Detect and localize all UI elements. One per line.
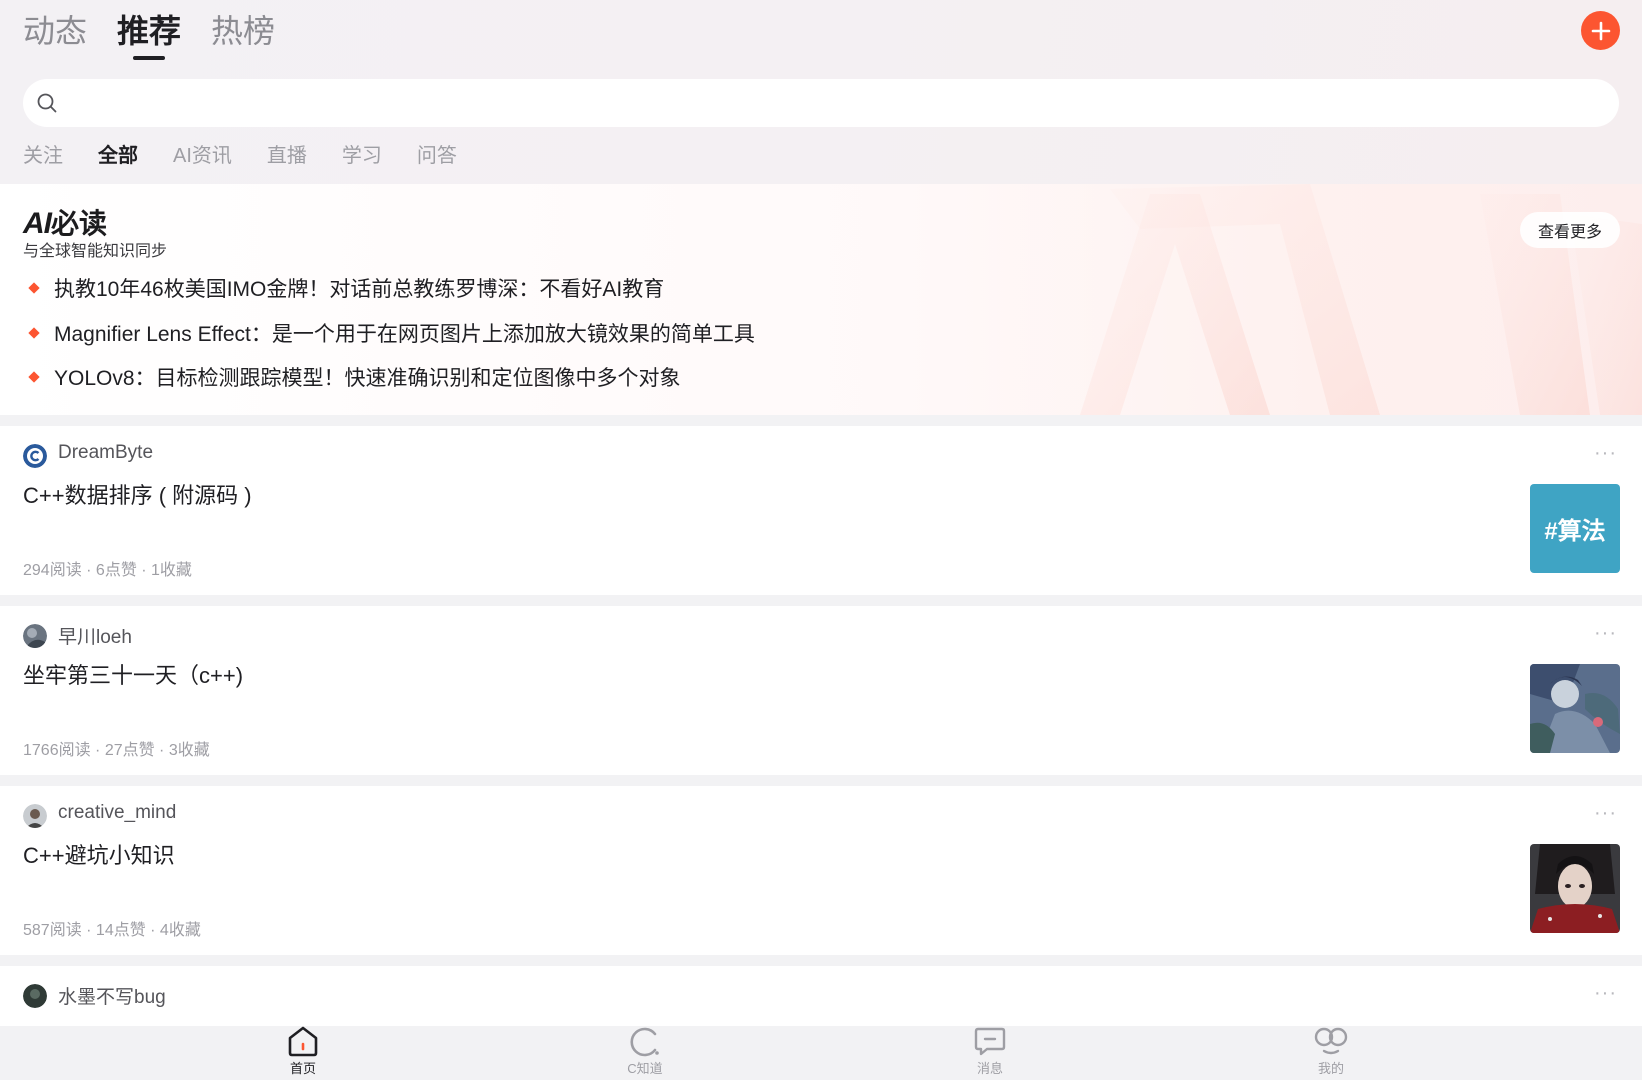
article-stats: 1766阅读 · 27点赞 · 3收藏 (23, 742, 210, 759)
tab-hot-list[interactable]: 热榜 (211, 8, 275, 56)
article-title[interactable]: C++避坑小知识 (23, 838, 175, 870)
nav-messages[interactable]: 消息 (955, 1025, 1025, 1077)
category-live[interactable]: 直播 (267, 141, 307, 171)
author-avatar[interactable] (23, 804, 47, 828)
category-tabs: 关注 全部 AI资讯 直播 学习 问答 (23, 141, 457, 171)
ai-news-item[interactable]: Magnifier Lens Effect：是一个用于在网页图片上添加放大镜效果… (26, 311, 755, 356)
author-name[interactable]: 早川loeh (58, 622, 132, 649)
nav-home-label: 首页 (289, 1061, 316, 1076)
top-header: 动态 推荐 热榜 关注 全部 AI资讯 直播 学习 问答 (0, 0, 1642, 184)
bullet-icon (28, 327, 40, 339)
tab-dynamic[interactable]: 动态 (23, 8, 87, 56)
ai-news-title: 执教10年46枚美国IMO金牌！对话前总教练罗博深：不看好AI教育 (54, 278, 665, 302)
search-input[interactable] (66, 83, 1619, 123)
author-name[interactable]: DreamByte (58, 442, 153, 464)
article-card[interactable]: creative_mind ··· C++避坑小知识 587阅读 · 14点赞 … (0, 786, 1642, 955)
portrait-thumbnail (1530, 844, 1620, 933)
article-card[interactable]: DreamByte ··· C++数据排序 ( 附源码 ) 294阅读 · 6点… (0, 426, 1642, 595)
category-follow[interactable]: 关注 (23, 141, 63, 171)
nav-profile[interactable]: 我的 (1296, 1025, 1366, 1077)
author-avatar[interactable] (23, 624, 47, 648)
home-icon (288, 1026, 318, 1057)
author-avatar[interactable] (23, 984, 47, 1008)
search-icon (37, 93, 57, 113)
ai-news-list: 执教10年46枚美国IMO金牌！对话前总教练罗博深：不看好AI教育 Magnif… (26, 266, 755, 400)
ai-subtitle: 与全球智能知识同步 (23, 243, 168, 260)
ai-must-read-section: AI 必读 与全球智能知识同步 查看更多 执教10年46枚美国IMO金牌！对话前… (0, 184, 1642, 415)
article-stats: 294阅读 · 6点赞 · 1收藏 (23, 562, 192, 579)
bottom-navigation: 首页 C知道 消息 我的 (0, 1015, 1642, 1080)
tab-recommend[interactable]: 推荐 (117, 8, 181, 60)
ai-logo-cn: 必读 (51, 208, 108, 239)
bullet-icon (28, 282, 40, 294)
more-options-icon[interactable]: ··· (1594, 982, 1617, 1005)
create-post-button[interactable] (1581, 11, 1620, 50)
nav-home[interactable]: 首页 (268, 1025, 338, 1077)
article-stats: 587阅读 · 14点赞 · 4收藏 (23, 922, 201, 939)
more-options-icon[interactable]: ··· (1594, 622, 1617, 645)
ai-news-title: YOLOv8：目标检测跟踪模型！快速准确识别和定位图像中多个对象 (54, 367, 681, 391)
category-qa[interactable]: 问答 (417, 141, 457, 171)
anime-illustration-thumbnail (1530, 664, 1620, 753)
article-thumbnail[interactable] (1530, 664, 1620, 753)
category-ai-news[interactable]: AI资讯 (173, 141, 232, 171)
article-card[interactable]: 早川loeh ··· 坐牢第三十一天（c++) 1766阅读 · 27点赞 · … (0, 606, 1642, 775)
author-name[interactable]: 水墨不写bug (58, 982, 166, 1009)
more-options-icon[interactable]: ··· (1594, 442, 1617, 465)
article-feed: DreamByte ··· C++数据排序 ( 附源码 ) 294阅读 · 6点… (0, 426, 1642, 1026)
user-avatar-icon (23, 624, 47, 648)
more-options-icon[interactable]: ··· (1594, 802, 1617, 825)
top-tabs: 动态 推荐 热榜 (23, 8, 275, 60)
category-study[interactable]: 学习 (342, 141, 382, 171)
nav-messages-label: 消息 (976, 1061, 1003, 1076)
author-name[interactable]: creative_mind (58, 802, 176, 824)
profile-icon (1314, 1027, 1348, 1055)
ai-news-item[interactable]: YOLOv8：目标检测跟踪模型！快速准确识别和定位图像中多个对象 (26, 355, 755, 400)
search-bar[interactable] (23, 79, 1619, 127)
ai-logo-text: AI (23, 207, 52, 240)
article-title[interactable]: C++数据排序 ( 附源码 ) (23, 478, 252, 510)
article-thumbnail[interactable]: #算法 (1530, 484, 1620, 573)
bullet-icon (28, 371, 40, 383)
article-title[interactable]: 坐牢第三十一天（c++) (23, 658, 243, 690)
ai-news-title: Magnifier Lens Effect：是一个用于在网页图片上添加放大镜效果… (54, 322, 755, 346)
user-avatar-icon (23, 984, 47, 1008)
ai-news-item[interactable]: 执教10年46枚美国IMO金牌！对话前总教练罗博深：不看好AI教育 (26, 266, 755, 311)
category-all[interactable]: 全部 (98, 141, 138, 171)
author-avatar[interactable] (23, 444, 47, 468)
c-logo-avatar-icon (23, 444, 47, 468)
plus-icon (1591, 21, 1610, 40)
ai-must-read-logo: AI 必读 (23, 202, 107, 242)
nav-c-know-label: C知道 (627, 1061, 663, 1076)
c-know-icon (630, 1027, 659, 1057)
view-more-button[interactable]: 查看更多 (1520, 212, 1620, 248)
user-avatar-icon (23, 804, 47, 828)
article-thumbnail[interactable] (1530, 844, 1620, 933)
nav-profile-label: 我的 (1317, 1061, 1344, 1076)
nav-c-know[interactable]: C知道 (610, 1025, 680, 1077)
message-icon (974, 1027, 1006, 1056)
